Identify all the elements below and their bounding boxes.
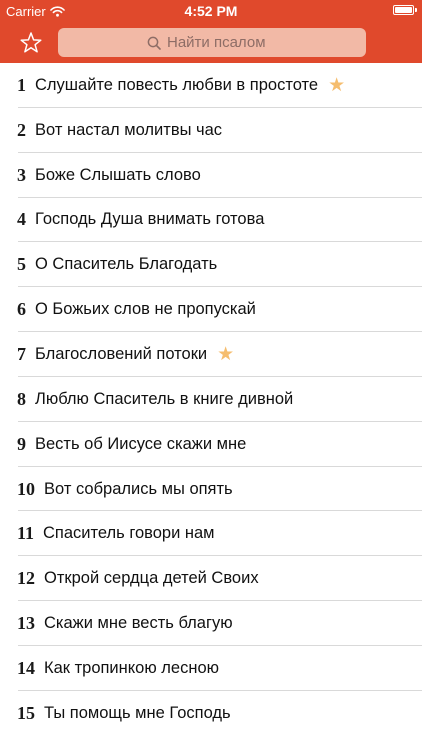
psalm-number: 13 [17,613,35,634]
psalm-row[interactable]: 9 Весть об Иисусе скажи мне [0,422,422,467]
psalm-title: Вот настал молитвы час [35,120,223,139]
search-icon [147,36,161,50]
app-header: Carrier 4:52 PM [0,0,422,63]
psalm-title: Спаситель говори нам [43,524,215,543]
psalm-row[interactable]: 3 Боже Слышать слово [0,153,422,198]
nav-bar [0,22,422,63]
psalm-row[interactable]: 7 Благословений потоки ★ [0,332,422,377]
psalm-row[interactable]: 1 Слушайте повесть любви в простоте ★ [0,63,422,108]
psalm-row[interactable]: 2 Вот настал молитвы час [0,108,422,153]
psalm-number: 2 [17,119,26,140]
favorite-star-icon: ★ [328,74,346,96]
psalm-title: О Божьих слов не пропускай [35,300,256,319]
psalm-title: Господь Душа внимать готова [35,210,265,229]
psalm-title: Весть об Иисусе скажи мне [35,434,247,453]
psalm-number: 4 [17,209,26,230]
psalm-number: 14 [17,657,35,678]
psalm-title: О Спаситель Благодать [35,255,218,274]
psalm-list: 1 Слушайте повесть любви в простоте ★ 2 Вот … [0,63,422,736]
psalm-number: 9 [17,433,26,454]
search-field[interactable] [58,28,366,57]
psalm-row[interactable]: 15 Ты помощь мне Господь [0,691,422,736]
psalm-row[interactable]: 12 Открой сердца детей Своих [0,556,422,601]
psalm-number: 3 [17,164,26,185]
psalm-number: 1 [17,74,26,95]
psalm-row[interactable]: 13 Скажи мне весть благую [0,601,422,646]
psalm-row[interactable]: 11 Спаситель говори нам [0,511,422,557]
psalm-number: 7 [17,343,26,364]
psalm-row[interactable]: 8 Люблю Спаситель в книге дивной [0,377,422,422]
psalm-title: Открой сердца детей Своих [44,569,259,588]
psalm-number: 5 [17,254,26,275]
search-input[interactable] [167,34,277,51]
psalm-title: Слушайте повесть любви в простоте [35,75,319,94]
psalm-number: 10 [17,478,35,499]
psalm-number: 8 [17,388,26,409]
psalm-number: 12 [17,568,35,589]
favorite-star-icon: ★ [217,343,235,365]
status-bar: Carrier 4:52 PM [0,0,422,22]
psalm-title: Ты помощь мне Господь [44,703,231,722]
status-time: 4:52 PM [184,3,238,19]
psalm-row[interactable]: 6 О Божьих слов не пропускай [0,287,422,332]
psalm-title: Вот собрались мы опять [44,479,233,498]
psalm-title: Скажи мне весть благую [44,614,233,633]
psalm-title: Как тропинкою лесною [44,658,220,677]
psalm-row[interactable]: 5 О Спаситель Благодать [0,242,422,288]
psalm-row[interactable]: 4 Господь Душа внимать готова [0,198,422,243]
psalm-number: 11 [17,523,35,544]
psalm-title: Боже Слышать слово [35,165,201,184]
psalm-row[interactable]: 10 Вот собрались мы опять [0,467,422,512]
favorites-button[interactable] [18,30,44,56]
psalm-number: 15 [17,702,35,723]
battery-icon [393,5,414,15]
psalm-row[interactable]: 14 Как тропинкою лесною [0,646,422,691]
psalm-number: 6 [17,299,26,320]
battery-tip [415,8,417,12]
star-outline-icon [20,32,42,53]
psalm-title: Благословений потоки [35,344,208,363]
psalm-title: Люблю Спаситель в книге дивной [35,389,294,408]
